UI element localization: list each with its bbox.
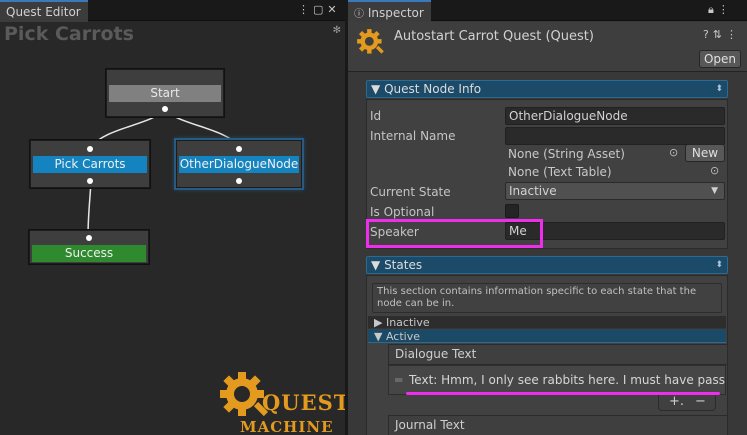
other-dialogue-output-port[interactable] [236, 178, 242, 184]
collapse-triangle-icon: ▼ [371, 258, 381, 272]
collapse-triangle-icon: ▼ [374, 330, 383, 343]
tab-inspector[interactable]: ⓘ Inspector [348, 0, 431, 22]
kebab-menu-icon[interactable]: ⋮ [298, 3, 313, 16]
id-field[interactable]: OtherDialogueNode [505, 107, 725, 125]
expand-triangle-icon: ▶ [374, 316, 383, 329]
success-node[interactable]: Success [29, 230, 149, 264]
close-icon[interactable]: ✕ [327, 3, 340, 16]
quest-editor-panel: Quest Editor ⋮▢✕ Pick Carrots ✻ Start Pi… [0, 0, 345, 435]
quest-machine-logo: QUEST MACHINE [218, 368, 345, 435]
current-state-label: Current State [370, 185, 451, 199]
gear-icon[interactable]: ✻ [333, 25, 341, 36]
list-add-remove-controls: +. − [658, 394, 716, 411]
add-item-button[interactable]: +. [669, 394, 684, 409]
remove-item-button[interactable]: − [695, 394, 706, 409]
state-inactive-foldout[interactable]: ▶ Inactive [368, 316, 726, 329]
tab-quest-editor[interactable]: Quest Editor [0, 0, 88, 22]
other-dialogue-node[interactable]: OtherDialogueNode [176, 140, 302, 188]
start-node[interactable]: Start [106, 69, 224, 117]
dialogue-text-item[interactable]: ═ Text: Hmm, I only see rabbits here. I … [388, 365, 726, 395]
dialogue-text-header[interactable]: Dialogue Text [388, 344, 728, 365]
pick-carrots-input-port[interactable] [87, 146, 93, 152]
inspector-header: Autostart Carrot Quest (Quest) ?⇅⋮ Open [348, 22, 747, 72]
open-button[interactable]: Open [699, 50, 741, 68]
logo-text-quest: QUEST [262, 390, 345, 415]
settings-icon[interactable]: ⇅ [713, 28, 726, 41]
is-optional-checkbox[interactable] [505, 204, 519, 218]
info-icon: ⓘ [354, 9, 364, 20]
kebab-menu-icon[interactable]: ⋮ [718, 3, 733, 16]
inspector-panel: ⓘ Inspector 🔒︎⋮ Autostart Carrot Quest (… [348, 0, 747, 435]
states-header[interactable]: ▼ States ⬍ [366, 256, 728, 274]
menu-icon[interactable]: ⋮ [726, 28, 741, 41]
chevron-updown-icon[interactable]: ⬍ [715, 257, 723, 273]
drag-handle-icon[interactable]: ═ [395, 366, 402, 394]
other-dialogue-node-label: OtherDialogueNode [179, 156, 299, 173]
state-active-foldout[interactable]: ▼ Active [368, 330, 726, 343]
current-state-dropdown[interactable]: Inactive ▼ [505, 182, 725, 200]
speaker-highlight-box [366, 219, 543, 248]
state-active-label: Active [385, 330, 420, 343]
dialogue-highlight-underline [406, 392, 720, 395]
new-button[interactable]: New [685, 144, 725, 162]
current-state-value: Inactive [509, 184, 557, 198]
journal-text-header[interactable]: Journal Text [388, 415, 728, 435]
dropdown-arrow-icon: ▼ [711, 186, 718, 196]
pick-carrots-output-port[interactable] [87, 178, 93, 184]
quest-node-info-header[interactable]: ▼ Quest Node Info ⬍ [366, 80, 728, 98]
quest-node-info-title: Quest Node Info [384, 82, 482, 96]
state-inactive-label: Inactive [385, 316, 430, 329]
pick-carrots-node[interactable]: Pick Carrots [30, 140, 150, 188]
quest-editor-tabbar: Quest Editor ⋮▢✕ [0, 0, 345, 22]
success-node-label: Success [32, 245, 146, 262]
pick-carrots-node-label: Pick Carrots [33, 156, 147, 173]
maximize-icon[interactable]: ▢ [313, 3, 327, 16]
internal-name-field[interactable] [505, 127, 725, 145]
collapse-triangle-icon: ▼ [371, 82, 381, 96]
states-description: This section contains information specif… [372, 283, 722, 313]
other-dialogue-input-port[interactable] [236, 146, 242, 152]
inspector-tab-label: Inspector [367, 6, 424, 20]
logo-text-machine: MACHINE [240, 418, 334, 435]
dialogue-text-value: Text: Hmm, I only see rabbits here. I mu… [409, 373, 726, 387]
object-picker-icon[interactable]: ⊙ [710, 164, 719, 177]
internal-name-label: Internal Name [370, 129, 456, 143]
string-asset-field[interactable]: None (String Asset) [508, 147, 625, 161]
help-icon[interactable]: ? [703, 28, 713, 41]
id-label: Id [370, 109, 382, 123]
quest-asset-icon [357, 29, 384, 54]
is-optional-label: Is Optional [370, 205, 435, 219]
object-picker-icon[interactable]: ⊙ [669, 146, 678, 159]
chevron-updown-icon[interactable]: ⬍ [715, 81, 723, 97]
lock-icon[interactable]: 🔒︎ [708, 3, 718, 16]
canvas-title: Pick Carrots [4, 23, 134, 45]
start-node-label: Start [109, 85, 221, 102]
text-table-field[interactable]: None (Text Table) [508, 165, 612, 179]
inspector-tabbar: ⓘ Inspector 🔒︎⋮ [348, 0, 747, 22]
quest-title: Autostart Carrot Quest (Quest) [394, 29, 594, 44]
success-input-port[interactable] [86, 235, 92, 241]
start-output-port[interactable] [162, 106, 168, 112]
states-title: States [384, 258, 423, 272]
